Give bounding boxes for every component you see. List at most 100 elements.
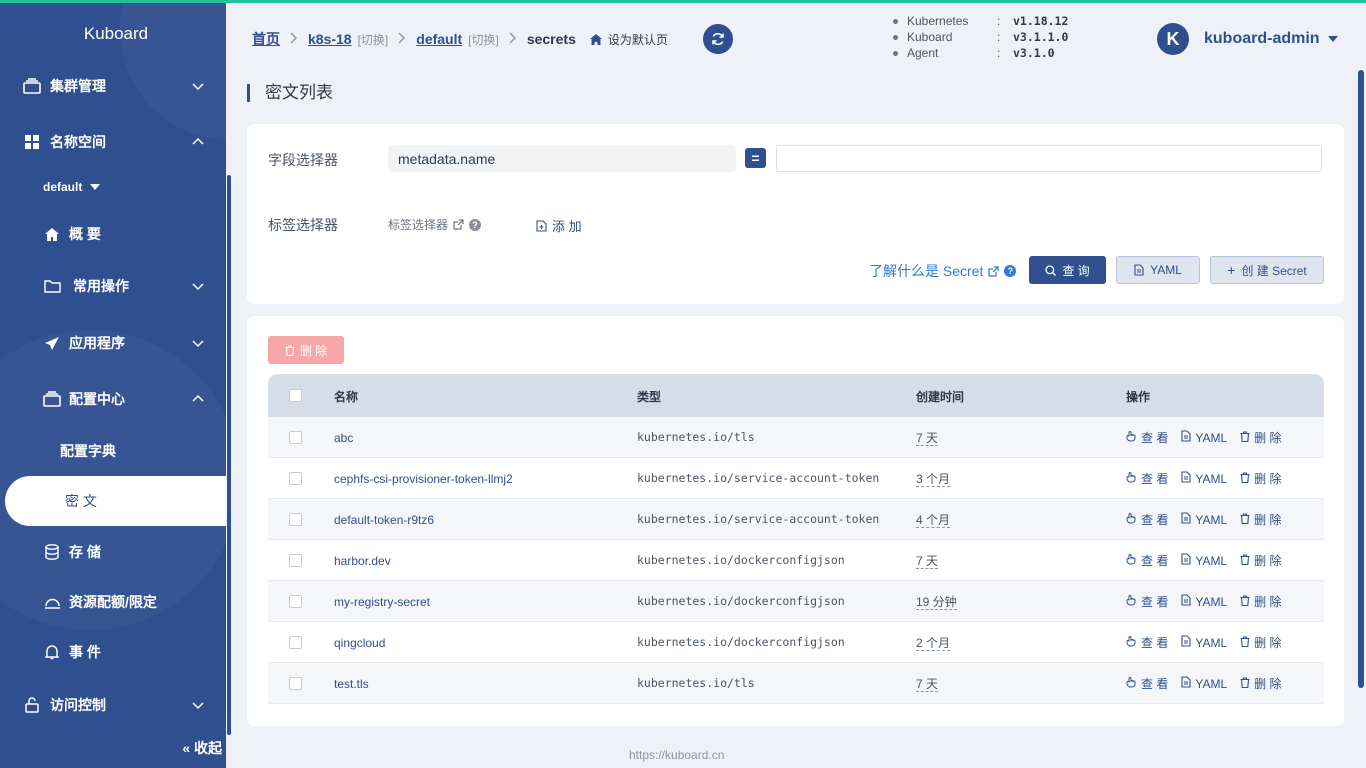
view-button[interactable]: 查 看	[1126, 634, 1168, 651]
sidebar-item-access[interactable]: 访问控制	[0, 685, 226, 725]
switch-cluster-link[interactable]: [切换]	[358, 31, 389, 48]
top-accent-line	[0, 0, 1366, 3]
row-checkbox[interactable]	[289, 431, 302, 444]
delete-button[interactable]: 删 除	[1240, 634, 1281, 651]
file-icon	[1181, 430, 1191, 445]
sidebar-item-ops[interactable]: 常用操作	[0, 266, 226, 306]
yaml-button[interactable]: YAML	[1181, 552, 1227, 569]
row-checkbox[interactable]	[289, 595, 302, 608]
breadcrumb-home[interactable]: 首页	[252, 29, 280, 49]
colon: :	[997, 46, 1001, 60]
yaml-button[interactable]: YAML	[1181, 429, 1227, 446]
column-header-name[interactable]: 名称	[334, 388, 358, 405]
hand-pointer-icon	[1126, 553, 1137, 568]
column-header-type[interactable]: 类型	[637, 388, 661, 405]
delete-button[interactable]: 删 除	[1240, 593, 1281, 610]
delete-button[interactable]: 删 除	[1240, 429, 1281, 446]
add-label: 添 加	[552, 219, 582, 234]
sidebar-item-label: 事 件	[69, 644, 101, 660]
view-label: 查 看	[1141, 513, 1169, 527]
field-value-input[interactable]	[776, 145, 1322, 172]
yaml-button[interactable]: YAML	[1181, 470, 1227, 487]
sidebar-scrollbar[interactable]	[227, 175, 231, 735]
sidebar-item-apps[interactable]: 应用程序	[0, 323, 226, 363]
dashboard-icon	[43, 593, 61, 611]
secret-name-link[interactable]: default-token-r9tz6	[334, 513, 434, 527]
secret-name-link[interactable]: cephfs-csi-provisioner-token-llmj2	[334, 472, 513, 486]
version-row: Agent : v3.1.0	[893, 45, 1068, 61]
row-checkbox[interactable]	[289, 513, 302, 526]
add-label-button[interactable]: 添 加	[536, 216, 582, 235]
column-header-created[interactable]: 创建时间	[916, 388, 964, 405]
bullet-icon	[893, 50, 898, 56]
yaml-button[interactable]: YAML	[1181, 511, 1227, 528]
yaml-create-button[interactable]: YAML	[1116, 256, 1200, 284]
footer-link[interactable]: https://kuboard.cn	[629, 748, 724, 762]
sidebar-item-label: 概 要	[69, 226, 101, 242]
yaml-button[interactable]: YAML	[1181, 634, 1227, 651]
operator-button[interactable]: =	[745, 148, 766, 168]
refresh-button[interactable]	[703, 24, 733, 54]
secret-name-link[interactable]: test.tls	[334, 677, 369, 691]
file-icon	[1181, 512, 1191, 527]
secret-name-link[interactable]: harbor.dev	[334, 554, 391, 568]
select-all-checkbox[interactable]	[289, 389, 302, 402]
collapse-sidebar-button[interactable]: « 收起	[182, 738, 222, 758]
main-scrollbar[interactable]	[1358, 70, 1364, 688]
view-button[interactable]: 查 看	[1126, 511, 1168, 528]
sidebar-item-quota[interactable]: 资源配额/限定	[0, 582, 226, 622]
switch-namespace-link[interactable]: [切换]	[468, 31, 499, 48]
sidebar-item-overview[interactable]: 概 要	[0, 214, 226, 254]
create-secret-button[interactable]: + 创 建 Secret	[1210, 256, 1324, 284]
row-checkbox[interactable]	[289, 677, 302, 690]
row-checkbox[interactable]	[289, 472, 302, 485]
version-value: v3.1.1.0	[1013, 30, 1069, 44]
sidebar-item-cluster[interactable]: 集群管理	[0, 66, 226, 106]
sidebar-item-configmap[interactable]: 配置字典	[0, 431, 226, 471]
view-button[interactable]: 查 看	[1126, 675, 1168, 692]
table-row: qingcloud kubernetes.io/dockerconfigjson 2…	[268, 622, 1324, 663]
set-default-page-link[interactable]: 设为默认页	[589, 31, 668, 48]
external-link-icon	[988, 265, 999, 277]
row-actions: 查 看 YAML 删 除	[1126, 634, 1281, 651]
secret-name-link[interactable]: abc	[334, 431, 353, 445]
breadcrumb-cluster[interactable]: k8s-18	[308, 31, 352, 47]
learn-secret-link[interactable]: 了解什么是 Secret ?	[869, 261, 1017, 281]
row-checkbox[interactable]	[289, 554, 302, 567]
delete-button[interactable]: 删 除	[1240, 552, 1281, 569]
query-button[interactable]: 查 询	[1029, 256, 1106, 284]
view-button[interactable]: 查 看	[1126, 429, 1168, 446]
sidebar-item-secret[interactable]: 密 文	[5, 476, 226, 526]
chevron-up-icon	[192, 394, 204, 402]
sidebar-item-events[interactable]: 事 件	[0, 632, 226, 672]
field-selector-select[interactable]: metadata.name	[388, 145, 736, 172]
breadcrumb-namespace[interactable]: default	[416, 31, 462, 47]
label-selector-link[interactable]: 标签选择器 ?	[388, 216, 482, 233]
secret-name-link[interactable]: my-registry-secret	[334, 595, 430, 609]
sidebar-item-namespace[interactable]: 名称空间	[0, 122, 226, 162]
created-time: 19 分钟	[916, 595, 957, 610]
view-label: 查 看	[1141, 595, 1169, 609]
sidebar-item-config[interactable]: 配置中心	[0, 379, 226, 419]
view-label: 查 看	[1141, 636, 1169, 650]
sidebar-item-label: 配置字典	[60, 443, 116, 459]
delete-button[interactable]: 删 除	[1240, 511, 1281, 528]
view-button[interactable]: 查 看	[1126, 593, 1168, 610]
home-icon	[589, 33, 602, 45]
row-checkbox[interactable]	[289, 636, 302, 649]
yaml-button[interactable]: YAML	[1181, 675, 1227, 692]
user-menu[interactable]: K kuboard-admin	[1157, 23, 1338, 55]
batch-delete-button[interactable]: 删 除	[268, 336, 344, 364]
column-header-ops: 操作	[1126, 390, 1151, 404]
view-button[interactable]: 查 看	[1126, 470, 1168, 487]
yaml-button[interactable]: YAML	[1181, 593, 1227, 610]
hand-pointer-icon	[1126, 594, 1137, 609]
sidebar-item-storage[interactable]: 存 储	[0, 532, 226, 572]
secret-name-link[interactable]: qingcloud	[334, 636, 385, 650]
delete-button[interactable]: 删 除	[1240, 675, 1281, 692]
sidebar-item-label: 名称空间	[50, 134, 106, 150]
view-button[interactable]: 查 看	[1126, 552, 1168, 569]
table-row: test.tls kubernetes.io/tls 7 天 查 看 YAML 删 除	[268, 663, 1324, 704]
namespace-select[interactable]: default	[43, 180, 101, 194]
delete-button[interactable]: 删 除	[1240, 470, 1281, 487]
